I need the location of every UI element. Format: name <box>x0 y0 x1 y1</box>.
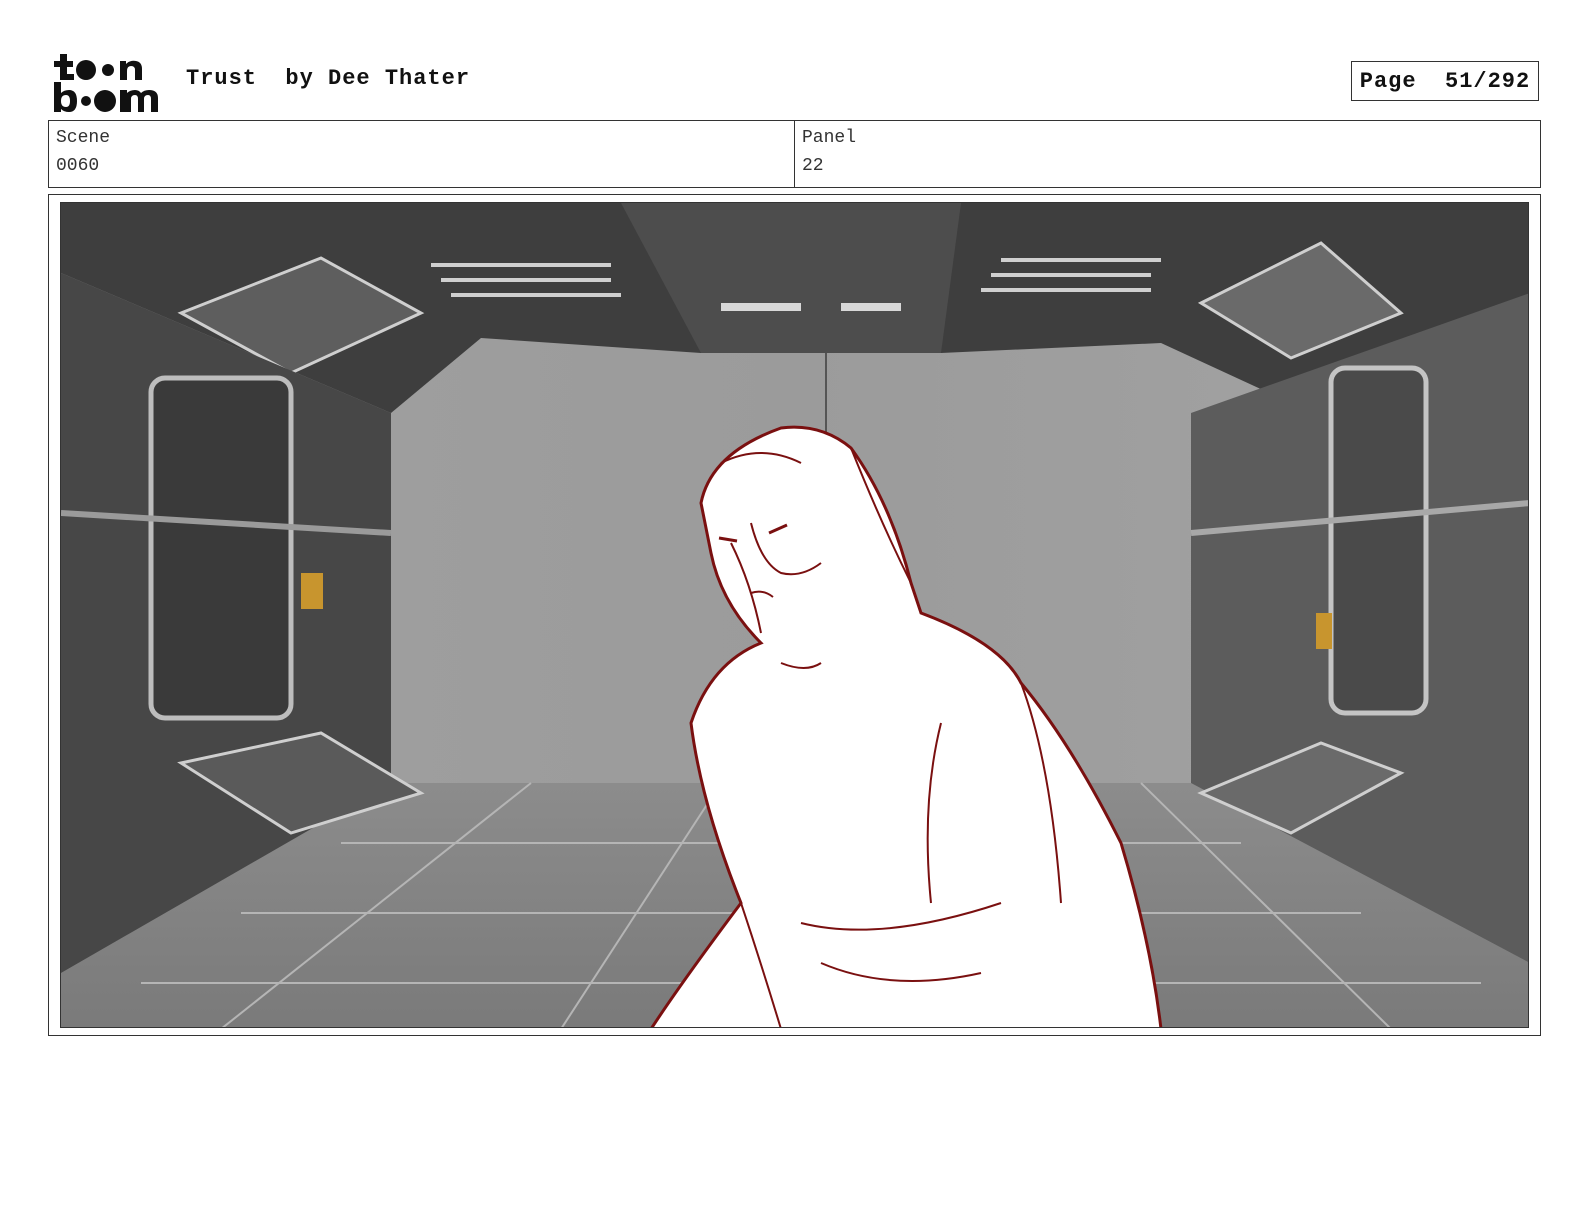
spaceship-corridor-illustration <box>61 203 1528 1027</box>
scene-cell: Scene 0060 <box>49 121 794 187</box>
panel-image <box>60 202 1529 1028</box>
panel-cell: Panel 22 <box>794 121 1540 187</box>
scene-value: 0060 <box>56 156 100 176</box>
scene-panel-info: Scene 0060 Panel 22 <box>48 120 1541 188</box>
page-indicator: Page 51/292 <box>1351 61 1539 101</box>
panel-label: Panel <box>802 128 857 148</box>
scene-label: Scene <box>56 128 111 148</box>
storyboard-title: Trust by Dee Thater <box>186 66 471 91</box>
toon-boom-logo <box>50 50 166 114</box>
panel-value: 22 <box>802 156 824 176</box>
